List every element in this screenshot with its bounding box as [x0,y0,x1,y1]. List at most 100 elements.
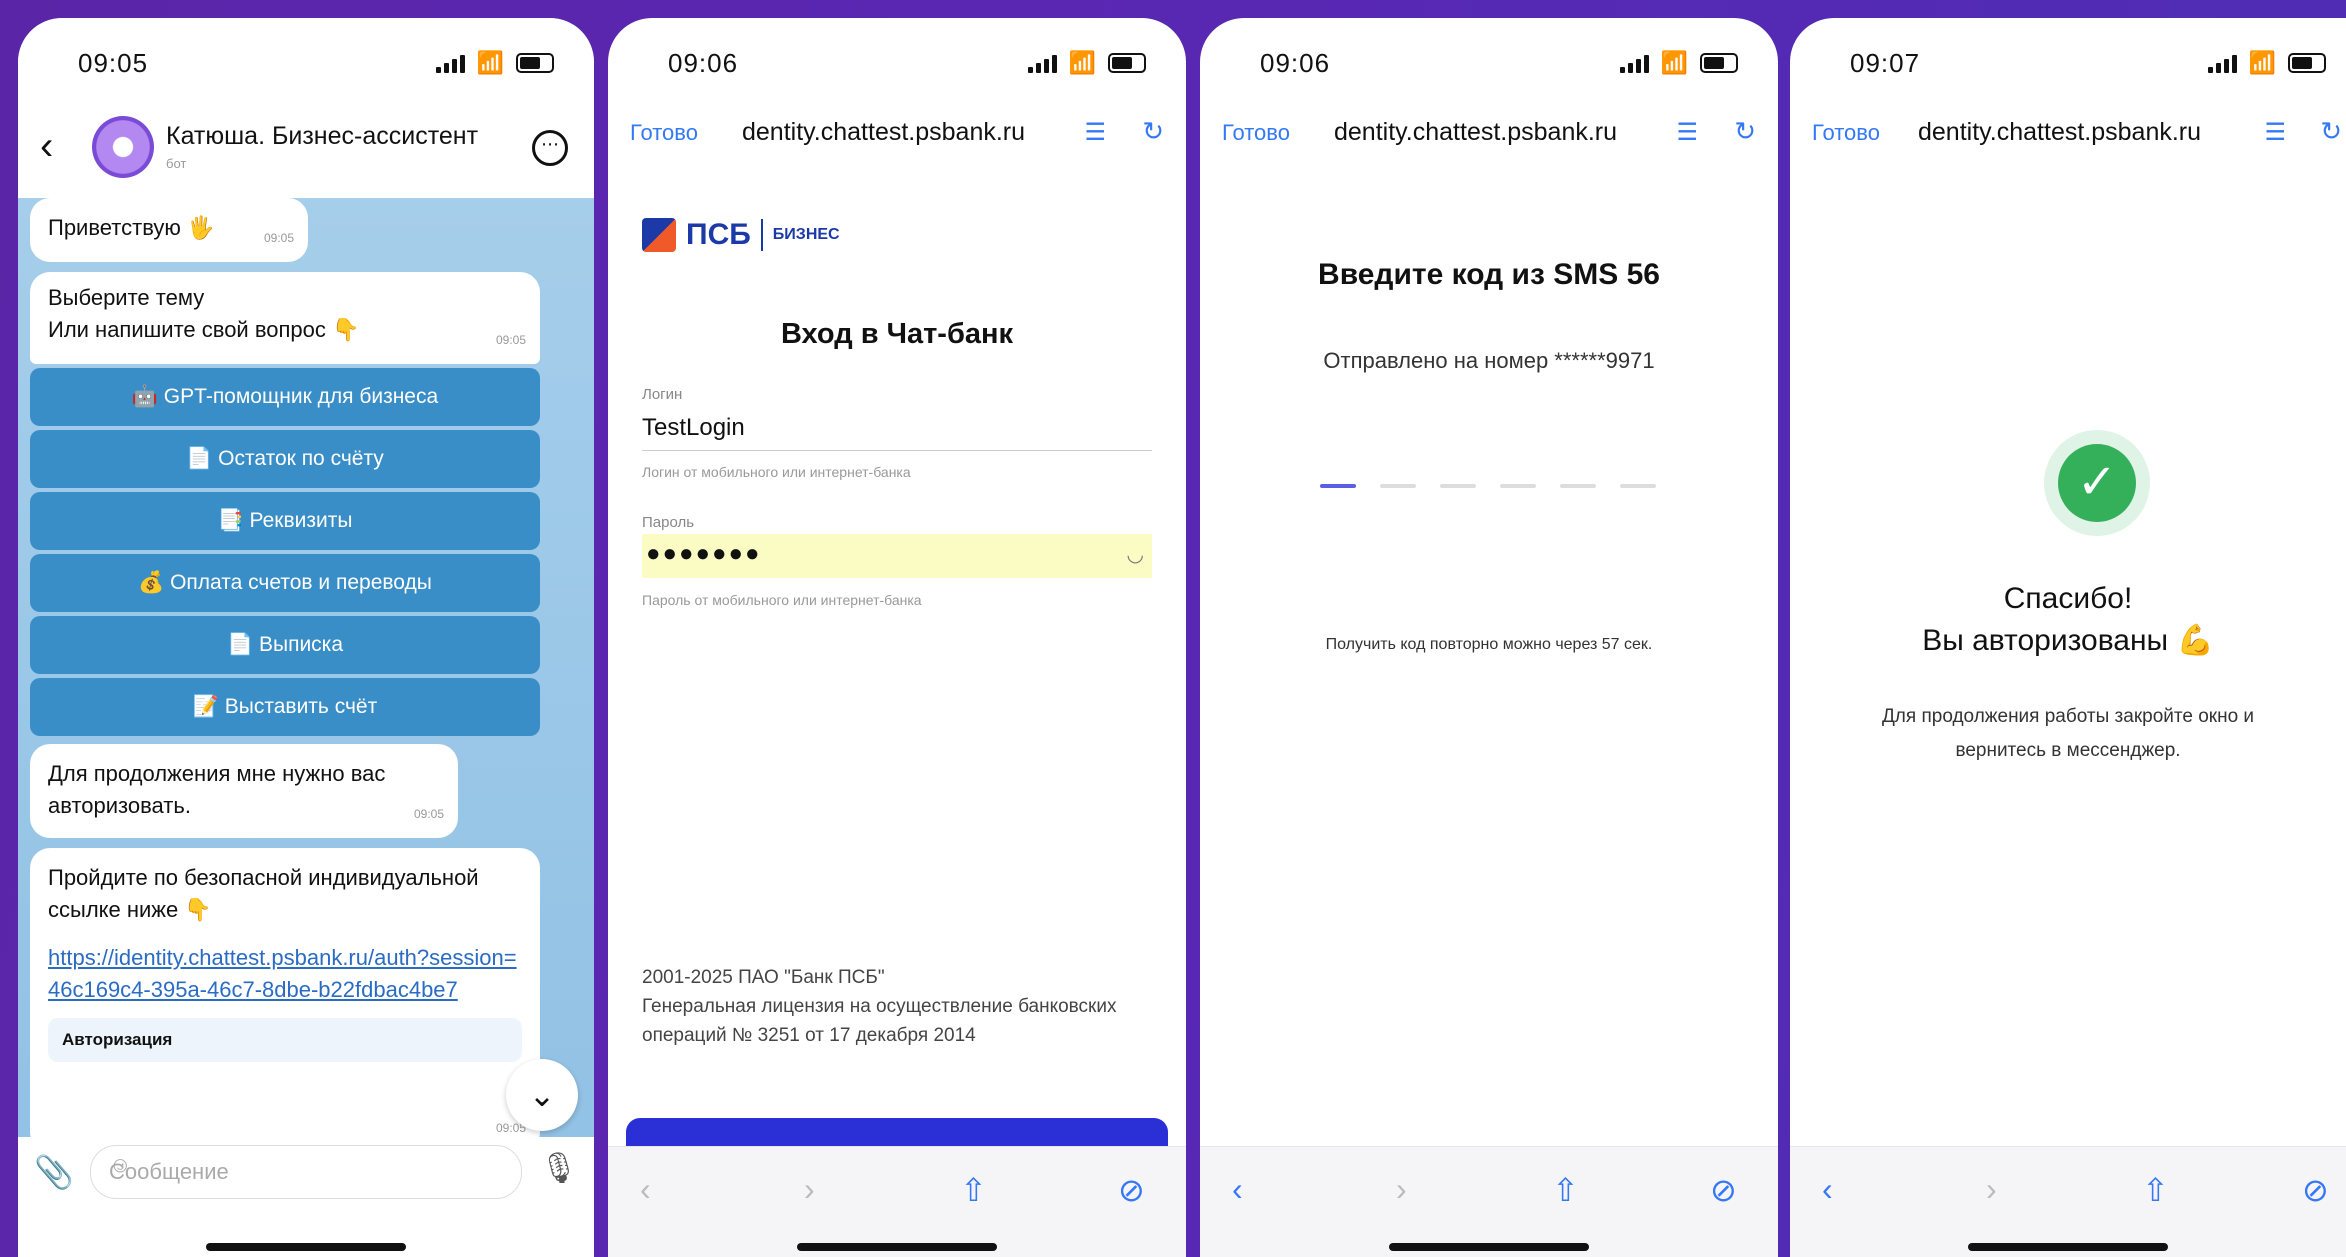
message-choose-topic: Выберите тему Или напишите свой вопрос 👇… [30,272,540,364]
back-icon[interactable]: ‹ [640,1171,651,1208]
success-message: Спасибо! Вы авторизованы 💪 [1790,578,2346,662]
status-bar: 09:06 📶 [1200,44,1778,80]
status-bar: 09:06 📶 [608,44,1186,80]
forward-icon[interactable]: › [1396,1171,1407,1208]
chat-header: ‹ Катюша. Бизнес-ассистент бот ⋯ [18,88,594,198]
emoji-icon[interactable]: ☺ [109,1152,509,1178]
psb-logo: ПСБ БИЗНЕС [642,218,840,252]
reader-icon[interactable]: ☰ [1676,118,1698,147]
keyboard-button-payments[interactable]: 💰 Оплата счетов и переводы [30,554,540,612]
auth-button[interactable]: Авторизация [48,1018,522,1062]
battery-icon [1108,53,1146,73]
back-icon[interactable]: ‹ [40,124,53,169]
share-icon[interactable]: ⇧ [1552,1171,1579,1209]
keyboard-button-gpt[interactable]: 🤖 GPT-помощник для бизнеса [30,368,540,426]
attach-icon[interactable]: 📎 [34,1153,74,1191]
keyboard-button-invoice[interactable]: 📝 Выставить счёт [30,678,540,736]
wifi-icon: 📶 [476,50,504,75]
microphone-icon[interactable]: 🎙 [540,1151,578,1186]
url-field[interactable]: dentity.chattest.psbank.ru [1918,118,2201,147]
message-composer: 📎 Сообщение ☺ 🎙 [18,1137,594,1207]
status-time: 09:07 [1850,48,1921,78]
reload-icon[interactable]: ↻ [1142,116,1164,147]
battery-icon [2288,53,2326,73]
resend-timer: Получить код повторно можно через 57 сек… [1325,636,1653,653]
login-underline [642,450,1152,451]
login-label: Логин [642,386,683,403]
browser-toolbar: Готово dentity.chattest.psbank.ru ☰ ↻ [1200,98,1778,168]
keyboard-button-balance[interactable]: 📄 Остаток по счёту [30,430,540,488]
message-text: Для продолжения мне нужно вас авторизова… [48,761,386,818]
forward-icon[interactable]: › [804,1171,815,1208]
logo-text: ПСБ [686,218,751,251]
done-button[interactable]: Готово [1222,120,1290,146]
message-need-auth: Для продолжения мне нужно вас авторизова… [30,744,458,838]
password-label: Пароль [642,514,695,531]
scroll-down-button[interactable]: ⌄ [506,1059,578,1131]
forward-icon[interactable]: › [1986,1171,1997,1208]
home-indicator [1389,1243,1589,1251]
more-icon[interactable]: ⋯ [532,130,568,166]
logo-subtitle: БИЗНЕС [772,226,840,243]
browser-bottom-bar: ‹ › ⇧ ⊘ [1790,1146,2346,1257]
message-list[interactable]: Приветствую 🖐 09:05 Выберите тему Или на… [18,198,594,1152]
browser-toolbar: Готово dentity.chattest.psbank.ru ☰ ↻ [1790,98,2346,168]
thanks-text: Спасибо! [2003,582,2133,615]
back-icon[interactable]: ‹ [1822,1171,1833,1208]
status-bar: 09:05 📶 [18,18,594,88]
browser-bottom-bar: ‹ › ⇧ ⊘ [608,1146,1186,1257]
compass-icon[interactable]: ⊘ [2302,1171,2329,1209]
done-button[interactable]: Готово [630,120,698,146]
chat-title[interactable]: Катюша. Бизнес-ассистент [166,122,478,151]
signal-icon [2207,53,2237,73]
back-icon[interactable]: ‹ [1232,1171,1243,1208]
done-button[interactable]: Готово [1812,120,1880,146]
message-input[interactable]: Сообщение ☺ [90,1145,522,1199]
checkmark-icon: ✓ [2058,444,2136,522]
wifi-icon: 📶 [1660,50,1688,75]
share-icon[interactable]: ⇧ [960,1171,987,1209]
license-text: Генеральная лицензия на осуществление ба… [642,996,1117,1046]
status-time: 09:06 [668,48,739,78]
status-icons: 📶 [1027,50,1146,76]
url-field[interactable]: dentity.chattest.psbank.ru [742,118,1025,147]
success-screen: 09:07 📶 Готово dentity.chattest.psbank.r… [1790,18,2346,1257]
keyboard-button-requisites[interactable]: 📑 Реквизиты [30,492,540,550]
code-digit [1560,484,1596,488]
login-hint: Логин от мобильного или интернет-банка [642,464,911,480]
status-icons: 📶 [1619,50,1738,76]
status-icons: 📶 [2207,50,2326,76]
login-field[interactable]: TestLogin [642,414,745,442]
message-line: Выберите тему [48,285,205,310]
compass-icon[interactable]: ⊘ [1118,1171,1145,1209]
reload-icon[interactable]: ↻ [2320,116,2342,147]
wifi-icon: 📶 [1068,50,1096,75]
reader-icon[interactable]: ☰ [1084,118,1106,147]
share-icon[interactable]: ⇧ [2142,1171,2169,1209]
eye-icon[interactable]: ◡ [1127,542,1144,567]
signal-icon [1619,53,1649,73]
sms-code-input[interactable] [1320,484,1656,488]
reload-icon[interactable]: ↻ [1734,116,1756,147]
password-hint: Пароль от мобильного или интернет-банка [642,592,922,608]
code-digit [1620,484,1656,488]
home-indicator [206,1243,406,1251]
message-text: Приветствую 🖐 [48,215,215,240]
chat-status: бот [166,156,187,171]
keyboard-button-statement[interactable]: 📄 Выписка [30,616,540,674]
signal-icon [435,53,465,73]
home-indicator [797,1243,997,1251]
compass-icon[interactable]: ⊘ [1710,1171,1737,1209]
reader-icon[interactable]: ☰ [2264,118,2286,147]
message-line: Или напишите свой вопрос 👇 [48,317,360,342]
avatar[interactable] [92,116,154,178]
sent-to-text: Отправлено на номер ******9971 [1323,348,1655,373]
code-digit [1500,484,1536,488]
status-bar: 09:07 📶 [1790,44,2346,80]
telegram-chat-screen: 09:05 📶 ‹ Катюша. Бизнес-ассистент бот ⋯… [18,18,594,1257]
url-field[interactable]: dentity.chattest.psbank.ru [1334,118,1617,147]
message-time: 09:05 [413,807,444,821]
auth-link[interactable]: https://identity.chattest.psbank.ru/auth… [48,942,522,1006]
password-field[interactable]: ●●●●●●● ◡ [642,534,1152,578]
success-badge: ✓ [2044,430,2150,536]
